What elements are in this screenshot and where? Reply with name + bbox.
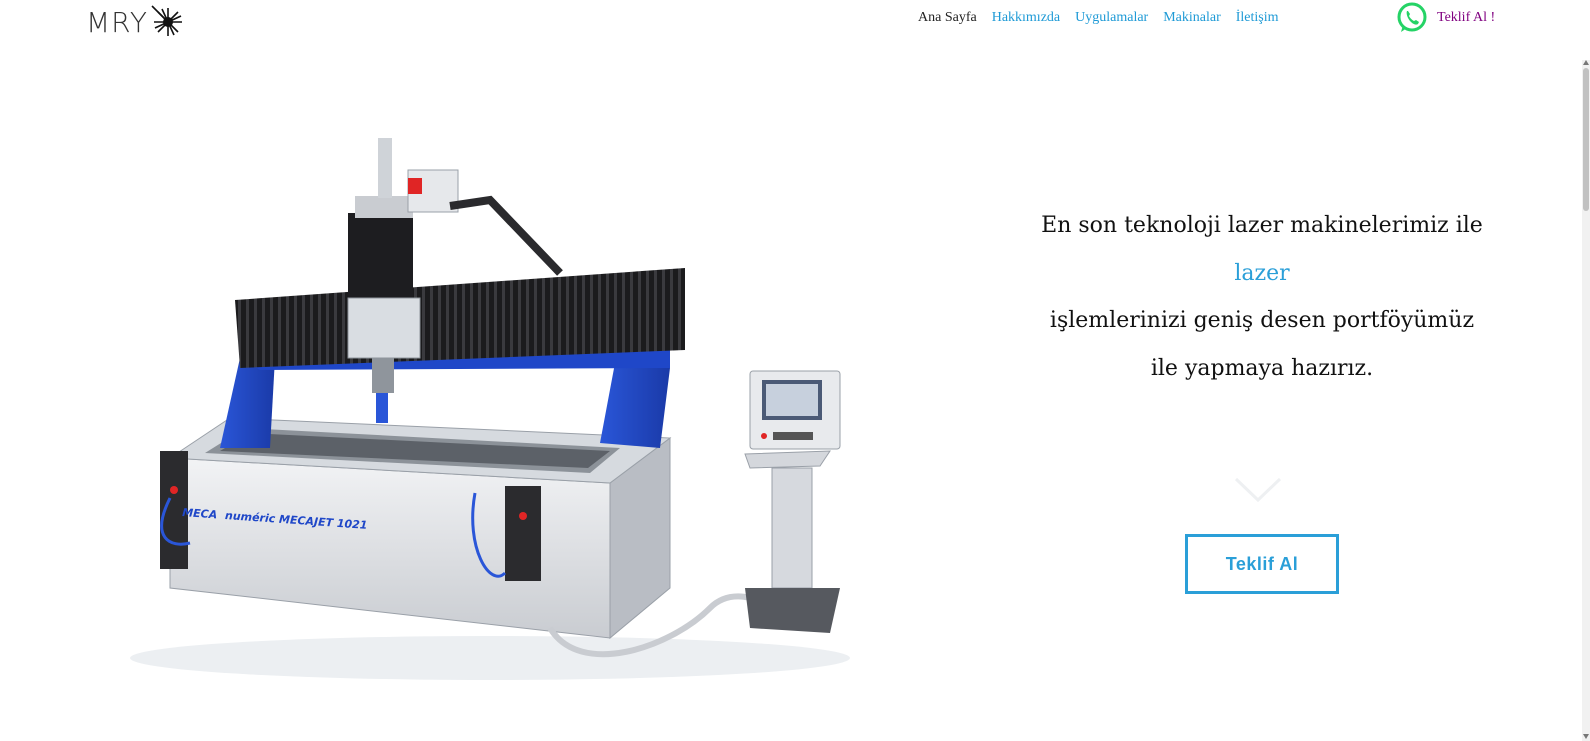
nav-applications[interactable]: Uygulamalar [1075, 10, 1148, 26]
nav-home[interactable]: Ana Sayfa [918, 10, 977, 26]
logo-text: MRY [86, 5, 148, 39]
hero-line-3: işlemlerinizi geniş desen portföyümüz [1049, 308, 1475, 333]
chevron-down-icon[interactable] [1234, 476, 1282, 504]
hero-line-4: ile yapmaya hazırız. [1150, 355, 1374, 381]
machine-brand-text: MECA [182, 506, 218, 521]
hero-line-1: En son teknoloji lazer makinelerimiz ile [1041, 213, 1483, 238]
nav-machines[interactable]: Makinalar [1163, 10, 1221, 26]
scroll-up-icon[interactable] [1583, 60, 1589, 65]
quote-link-label: Teklif Al ! [1437, 10, 1496, 25]
hero-line-accent: lazer [1234, 260, 1290, 286]
main-nav: Ana Sayfa Hakkımızda Uygulamalar Makinal… [918, 10, 1279, 26]
scroll-down-icon[interactable] [1583, 734, 1589, 739]
get-quote-button[interactable]: Teklif Al [1185, 534, 1339, 594]
scrollbar-thumb[interactable] [1583, 68, 1589, 211]
laser-machine-image: MECA numéric MECAJET 1021 [130, 138, 850, 680]
nav-contact[interactable]: İletişim [1236, 10, 1279, 26]
whatsapp-icon [1397, 2, 1427, 32]
page-scrollbar[interactable] [1582, 60, 1590, 741]
site-logo[interactable]: MRY [86, 4, 186, 40]
nav-about[interactable]: Hakkımızda [992, 10, 1060, 26]
laser-burst-icon [151, 5, 182, 36]
whatsapp-quote-link[interactable]: Teklif Al ! [1395, 1, 1495, 35]
hero-tagline: En son teknoloji lazer makinelerimiz ile… [1000, 202, 1524, 392]
